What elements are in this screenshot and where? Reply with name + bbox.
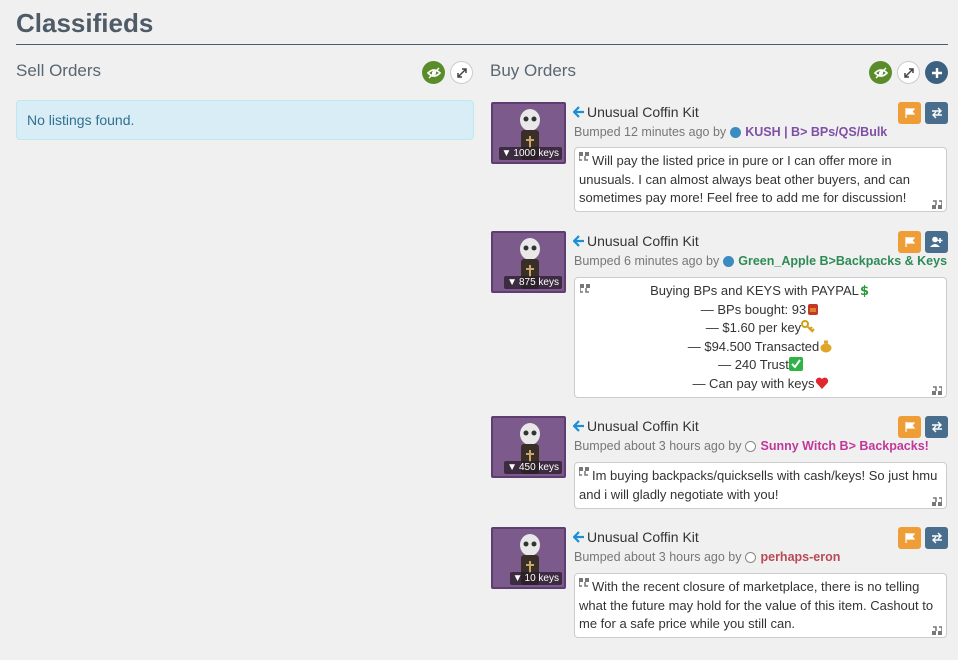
item-title-link[interactable]: Unusual Coffin Kit — [573, 418, 699, 434]
user-link[interactable]: KUSH | B> BPs/QS/Bulk — [745, 125, 887, 139]
svg-text:$: $ — [860, 284, 869, 297]
price-tag: ▼ 1000 keys — [498, 147, 562, 160]
item-thumbnail[interactable]: ▼ 1000 keys — [491, 102, 566, 164]
flag-icon — [904, 108, 915, 118]
quote-open-icon — [579, 467, 589, 476]
buy-orders-title: Buy Orders — [490, 61, 576, 80]
listing-message: With the recent closure of marketplace, … — [574, 573, 947, 638]
plus-icon — [931, 67, 942, 78]
buy-listing: ▼ 450 keys Unusual Coffin Kit Bumped abou… — [491, 416, 948, 511]
message-line: Buying BPs and KEYS with PAYPAL $ — [650, 283, 869, 298]
quote-close-icon — [932, 626, 942, 635]
price-tag: ▼ 10 keys — [509, 572, 562, 585]
message-line: — $94.500 Transacted — [579, 338, 942, 357]
item-title-link[interactable]: Unusual Coffin Kit — [573, 529, 699, 545]
flag-icon — [904, 237, 915, 247]
offline-status-icon — [745, 551, 757, 563]
quote-open-icon — [580, 284, 590, 293]
page-title: Classifieds — [16, 8, 154, 38]
quote-close-icon — [932, 386, 942, 395]
arrow-left-icon — [573, 531, 584, 543]
arrow-left-icon — [573, 420, 584, 432]
exchange-icon — [931, 421, 942, 433]
tag-icon: ▼ — [507, 462, 517, 473]
eye-icon — [426, 67, 441, 78]
sell-visibility-button[interactable] — [422, 61, 445, 84]
online-status-icon — [730, 126, 742, 138]
buy-visibility-button[interactable] — [869, 61, 892, 84]
trade-button[interactable] — [925, 527, 948, 549]
tag-icon: ▼ — [507, 277, 517, 288]
report-button[interactable] — [898, 527, 921, 549]
money-bag-emoji-icon — [820, 340, 832, 352]
flag-icon — [904, 533, 915, 543]
heart-emoji-icon — [815, 377, 828, 389]
flag-icon — [904, 422, 915, 432]
key-emoji-icon — [801, 320, 815, 333]
buy-listing: ▼ 1000 keys Unusual Coffin Kit Bumped 12 … — [491, 102, 948, 214]
user-link[interactable]: Sunny Witch B> Backpacks! — [760, 439, 928, 453]
quote-open-icon — [579, 578, 589, 587]
expand-icon — [456, 67, 467, 78]
price-tag: ▼ 450 keys — [504, 461, 562, 474]
sell-orders-title: Sell Orders — [16, 61, 102, 80]
item-thumbnail[interactable]: ▼ 10 keys — [491, 527, 566, 589]
check-mark-emoji-icon — [788, 357, 803, 371]
bump-info: Bumped about 3 hours ago by perhaps-eron — [574, 550, 841, 564]
online-status-icon — [723, 255, 735, 267]
trade-button[interactable] — [925, 102, 948, 124]
message-line: — Can pay with keys — [579, 375, 942, 394]
offline-status-icon — [745, 440, 757, 452]
report-button[interactable] — [898, 231, 921, 253]
message-line: — BPs bought: 93 — [579, 301, 942, 320]
arrow-left-icon — [573, 106, 584, 118]
exchange-icon — [931, 532, 942, 544]
add-friend-icon — [930, 236, 943, 247]
trade-button[interactable] — [925, 416, 948, 438]
quote-close-icon — [932, 497, 942, 506]
listing-message: Im buying backpacks/quicksells with cash… — [574, 462, 947, 509]
bump-info: Bumped 12 minutes ago by KUSH | B> BPs/Q… — [574, 125, 888, 139]
item-thumbnail[interactable]: ▼ 450 keys — [491, 416, 566, 478]
title-divider — [16, 44, 948, 45]
eye-icon — [873, 67, 888, 78]
quote-open-icon — [579, 152, 589, 161]
buy-listing: ▼ 10 keys Unusual Coffin Kit Bumped about… — [491, 527, 948, 639]
listing-message: Buying BPs and KEYS with PAYPAL $ — BPs b… — [574, 277, 947, 398]
price-tag: ▼ 875 keys — [504, 276, 562, 289]
quote-close-icon — [932, 200, 942, 209]
arrow-left-icon — [573, 235, 584, 247]
listing-message: Will pay the listed price in pure or I c… — [574, 147, 947, 212]
item-title-link[interactable]: Unusual Coffin Kit — [573, 233, 699, 249]
report-button[interactable] — [898, 416, 921, 438]
expand-icon — [903, 67, 914, 78]
dollar-emoji-icon: $ — [860, 284, 869, 297]
report-button[interactable] — [898, 102, 921, 124]
sell-expand-button[interactable] — [450, 61, 473, 84]
message-line: — 240 Trust — [579, 356, 942, 375]
tag-icon: ▼ — [501, 148, 512, 159]
backpack-emoji-icon — [808, 303, 819, 315]
buy-expand-button[interactable] — [897, 61, 920, 84]
add-buy-order-button[interactable] — [925, 61, 948, 84]
tag-icon: ▼ — [512, 573, 523, 584]
message-line: — $1.60 per key — [579, 319, 942, 338]
exchange-icon — [931, 107, 942, 119]
user-link[interactable]: perhaps-eron — [760, 550, 840, 564]
bump-info: Bumped about 3 hours ago by Sunny Witch … — [574, 439, 929, 453]
buy-listing: ▼ 875 keys Unusual Coffin Kit Bumped 6 mi… — [491, 231, 948, 401]
item-thumbnail[interactable]: ▼ 875 keys — [491, 231, 566, 293]
user-link[interactable]: Green_Apple B>Backpacks & Keys — [738, 254, 947, 268]
bump-info: Bumped 6 minutes ago by Green_Apple B>Ba… — [574, 254, 948, 268]
add-friend-button[interactable] — [925, 231, 948, 253]
item-title-link[interactable]: Unusual Coffin Kit — [573, 104, 699, 120]
no-listings-alert: No listings found. — [16, 100, 474, 140]
